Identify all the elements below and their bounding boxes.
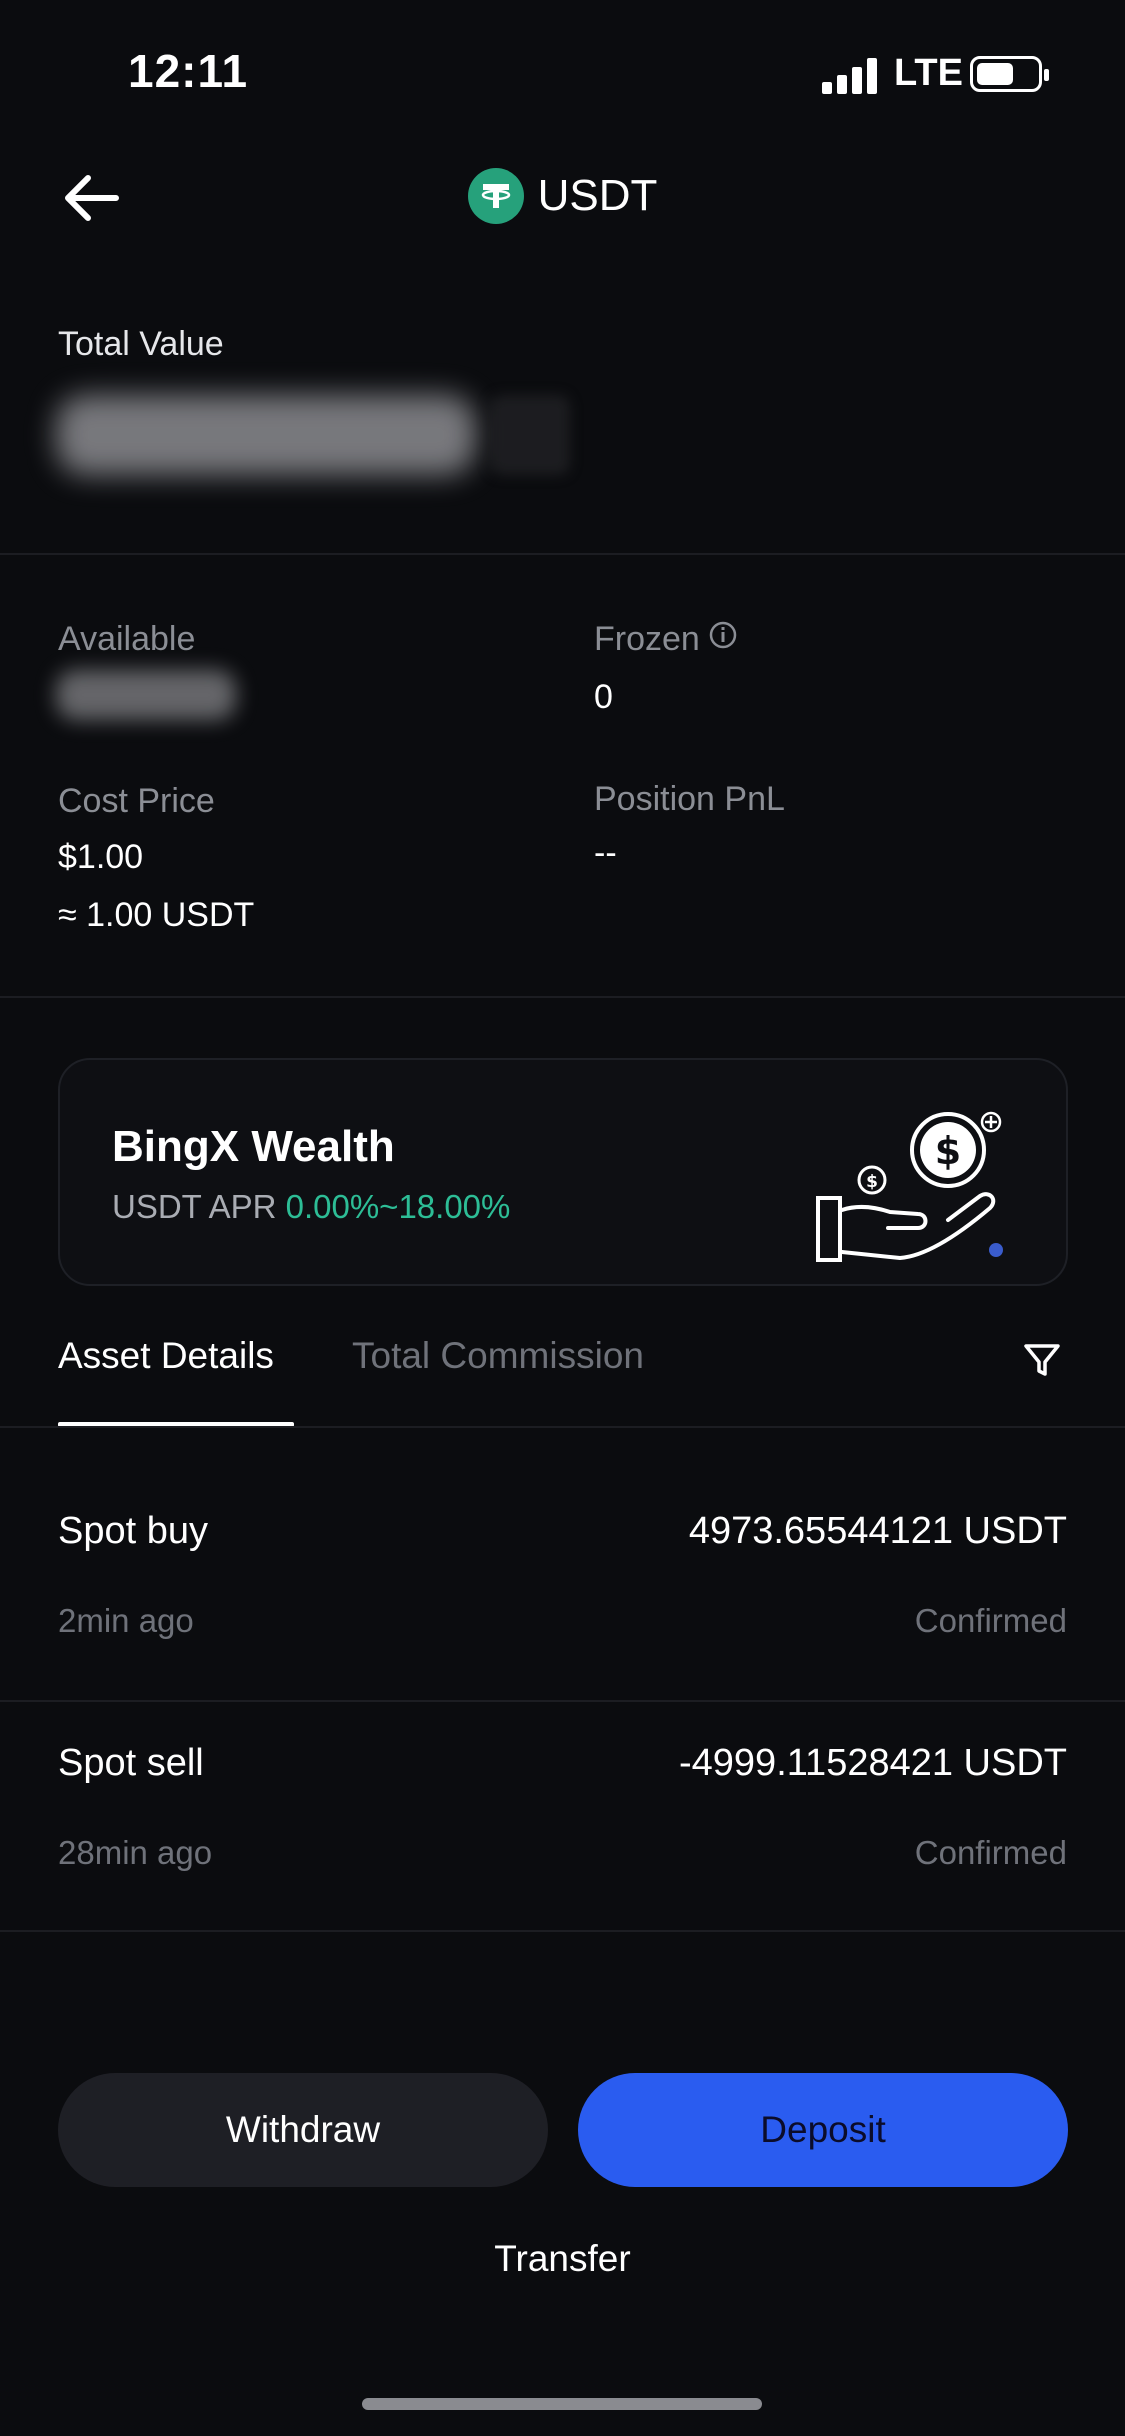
divider — [0, 1700, 1125, 1702]
apr-range: 0.00%~18.00% — [285, 1188, 511, 1225]
divider — [0, 1930, 1125, 1932]
position-pnl-label: Position PnL — [594, 780, 785, 818]
transaction-status: Confirmed — [914, 1602, 1067, 1639]
page-title: USDT — [537, 171, 658, 220]
transaction-amount: -4999.11528421 USDT — [679, 1742, 1067, 1784]
wealth-apr: USDT APR 0.00%~18.00% — [112, 1188, 510, 1226]
transaction-status: Confirmed — [914, 1834, 1067, 1871]
blurred-region — [490, 395, 570, 475]
apr-prefix: USDT APR — [112, 1188, 286, 1225]
wealth-title: BingX Wealth — [112, 1122, 395, 1171]
cost-price-usdt: ≈ 1.00 USDT — [58, 896, 255, 934]
tab-total-commission[interactable]: Total Commission — [352, 1335, 644, 1377]
svg-text:$: $ — [935, 1129, 961, 1173]
frozen-label: Frozen — [594, 620, 700, 658]
filter-icon[interactable] — [1020, 1338, 1064, 1382]
deposit-button[interactable]: Deposit — [578, 2073, 1068, 2187]
bingx-wealth-card[interactable]: BingX Wealth USDT APR 0.00%~18.00% $ $ — [58, 1058, 1068, 1286]
frozen-label-wrap: Frozen — [594, 620, 738, 659]
usdt-tether-icon — [467, 168, 524, 224]
svg-text:$: $ — [866, 1172, 878, 1192]
transaction-amount: 4973.65544121 USDT — [688, 1510, 1067, 1552]
info-icon[interactable] — [708, 620, 738, 659]
network-type: LTE — [894, 52, 963, 94]
hand-coin-icon: $ $ — [768, 1080, 1008, 1270]
battery-icon — [970, 56, 1049, 92]
cost-price-value: $1.00 — [58, 838, 144, 876]
total-value-label: Total Value — [58, 325, 224, 363]
page-header: USDT — [0, 168, 1125, 224]
transaction-time: 2min ago — [58, 1602, 194, 1639]
home-indicator — [362, 2398, 762, 2410]
divider — [0, 996, 1125, 998]
position-pnl-value: -- — [594, 834, 617, 872]
transfer-link[interactable]: Transfer — [0, 2238, 1125, 2280]
frozen-value: 0 — [594, 678, 613, 716]
signal-icon — [822, 58, 878, 94]
available-value-blurred — [56, 670, 236, 720]
status-bar: 12:11 LTE — [0, 0, 1125, 140]
cost-price-label: Cost Price — [58, 782, 215, 820]
status-time: 12:11 — [128, 45, 249, 97]
divider — [0, 553, 1125, 555]
withdraw-button[interactable]: Withdraw — [58, 2073, 548, 2187]
available-label: Available — [58, 620, 196, 658]
transaction-type: Spot sell — [58, 1742, 204, 1784]
transaction-time: 28min ago — [58, 1834, 213, 1871]
tab-asset-details[interactable]: Asset Details — [58, 1335, 274, 1377]
total-value-blurred — [56, 395, 476, 475]
divider — [0, 1426, 1125, 1428]
transaction-type: Spot buy — [58, 1510, 208, 1552]
